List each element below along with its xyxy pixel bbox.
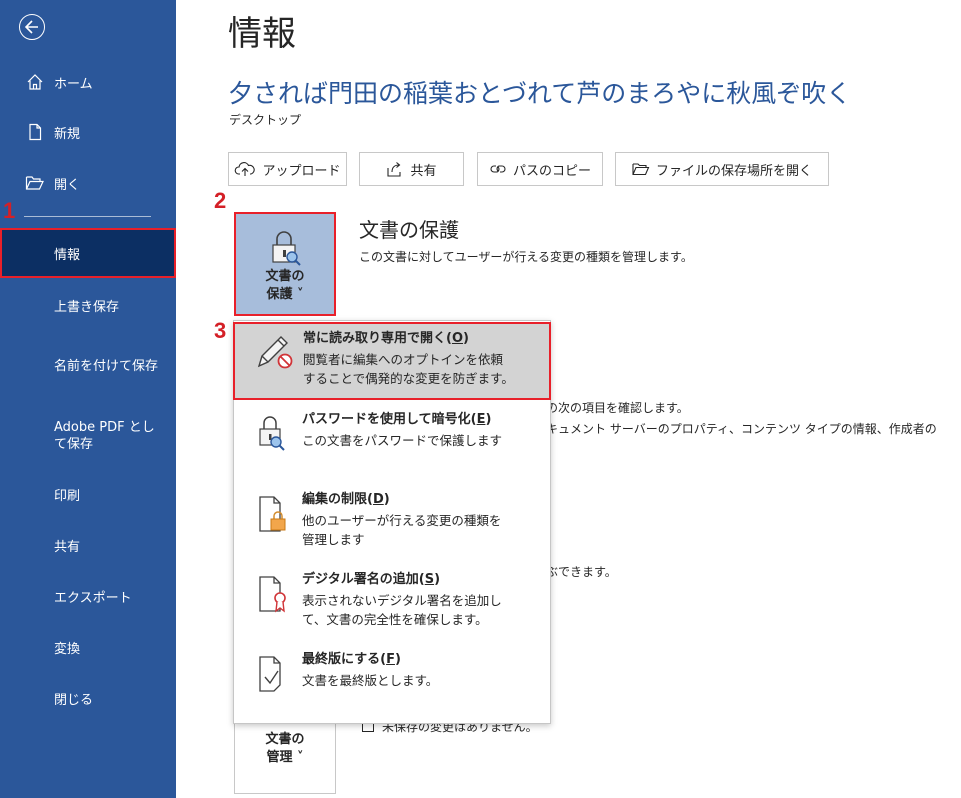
menu-item-description: 他のユーザーが行える変更の種類を 管理します: [302, 513, 502, 547]
link-icon: [490, 165, 506, 173]
open-file-location-label: ファイルの保存場所を開く: [655, 163, 812, 179]
sidebar-item-new[interactable]: 新規: [0, 107, 176, 157]
menu-item-title: パスワードを使用して暗号化(E): [302, 412, 492, 427]
copy-path-label: パスのコピー: [512, 163, 591, 179]
sidebar-item-label: 名前を付けて保存: [54, 358, 159, 374]
sidebar-item-export[interactable]: エクスポート: [0, 571, 176, 621]
open-file-location-button[interactable]: ファイルの保存場所を開く: [615, 152, 829, 186]
menu-item-encrypt-with-password[interactable]: パスワードを使用して暗号化(E) この文書をパスワードで保護します: [234, 407, 550, 479]
sidebar-item-print[interactable]: 印刷: [0, 469, 176, 519]
menu-item-title: 常に読み取り専用で開く(O): [303, 331, 469, 346]
folder-icon: [632, 163, 650, 176]
page-title: 情報: [228, 14, 296, 54]
new-document-icon: [24, 121, 46, 143]
sidebar-item-close[interactable]: 閉じる: [0, 673, 176, 723]
doc-ribbon-icon: [254, 571, 298, 617]
back-arrow-icon: [24, 20, 38, 34]
sidebar-item-label: 上書き保存: [54, 299, 120, 315]
protect-button-label-line2: 保護 ˅: [266, 287, 304, 302]
menu-item-always-open-read-only[interactable]: 常に読み取り専用で開く(O) 閲覧者に編集へのオプトインを依頼 することで偶発的…: [233, 322, 551, 400]
sidebar-item-label: 閉じる: [54, 692, 94, 708]
sidebar-item-save-as[interactable]: 名前を付けて保存: [0, 339, 176, 393]
pencil-no-icon: [255, 328, 299, 374]
sidebar-item-label: 開く: [54, 177, 81, 193]
sidebar-item-save[interactable]: 上書き保存: [0, 280, 176, 330]
sidebar-item-save-as-pdf[interactable]: Adobe PDF として保存: [0, 409, 176, 463]
copy-path-button[interactable]: パスのコピー: [477, 152, 603, 186]
protect-document-button[interactable]: 文書の 保護 ˅: [234, 212, 336, 316]
doc-lock-icon: [254, 491, 298, 537]
inspect-text-line1: の次の項目を確認します。: [546, 401, 689, 415]
step-number-2: 2: [214, 188, 227, 213]
doc-check-icon: [254, 651, 298, 697]
step-number-3: 3: [214, 318, 227, 343]
share-button[interactable]: 共有: [359, 152, 464, 186]
sidebar-item-transform[interactable]: 変換: [0, 622, 176, 672]
sidebar-item-share[interactable]: 共有: [0, 520, 176, 570]
sidebar-item-label: ホーム: [54, 76, 93, 92]
manage-button-label-line2: 管理 ˅: [266, 750, 304, 765]
menu-item-mark-as-final[interactable]: 最終版にする(F) 文書を最終版とします。: [234, 647, 550, 717]
folder-open-icon: [24, 172, 46, 194]
cloud-upload-icon: [235, 162, 256, 176]
document-title: 夕されば門田の稲葉おとづれて芦のまろやに秋風ぞ吹く: [228, 79, 852, 108]
protect-section-title: 文書の保護: [359, 218, 459, 242]
home-icon: [24, 71, 46, 93]
versions-text: ぶできます。: [546, 565, 617, 579]
inspect-text-line2: キュメント サーバーのプロパティ、コンテンツ タイプの情報、作成者の: [546, 422, 937, 436]
menu-item-title: 最終版にする(F): [302, 652, 401, 667]
menu-item-description: 閲覧者に編集へのオプトインを依頼 することで偶発的な変更を防ぎます。: [303, 352, 514, 386]
menu-item-restrict-editing[interactable]: 編集の制限(D) 他のユーザーが行える変更の種類を 管理します: [234, 487, 550, 559]
protect-button-label-line1: 文書の: [265, 269, 305, 284]
sidebar-item-open[interactable]: 開く: [0, 158, 176, 208]
lock-key-icon: [254, 411, 298, 457]
sidebar-item-label: 印刷: [54, 488, 81, 504]
share-icon: [387, 162, 402, 177]
menu-item-title: デジタル署名の追加(S): [302, 572, 441, 587]
step-number-1: 1: [3, 198, 16, 223]
menu-item-description: この文書をパスワードで保護します: [302, 433, 503, 448]
sidebar-item-label: 情報: [54, 247, 81, 263]
sidebar-item-label: Adobe PDF として保存: [54, 420, 155, 452]
sidebar-item-home[interactable]: ホーム: [0, 57, 176, 107]
back-button[interactable]: [19, 14, 45, 40]
menu-item-title: 編集の制限(D): [302, 492, 390, 507]
menu-item-add-digital-signature[interactable]: デジタル署名の追加(S) 表示されないデジタル署名を追加し て、文書の完全性を確…: [234, 567, 550, 639]
sidebar-item-label: 新規: [54, 126, 81, 142]
protect-document-dropdown: 常に読み取り専用で開く(O) 閲覧者に編集へのオプトインを依頼 することで偶発的…: [233, 320, 551, 724]
sidebar-item-label: 共有: [54, 539, 81, 555]
menu-item-description: 表示されないデジタル署名を追加し て、文書の完全性を確保します。: [302, 593, 502, 627]
manage-button-label-line1: 文書の: [265, 732, 305, 747]
protect-section-description: この文書に対してユーザーが行える変更の種類を管理します。: [359, 250, 693, 264]
sidebar-item-label: 変換: [54, 641, 81, 657]
lock-key-icon: [272, 231, 301, 266]
menu-item-description: 文書を最終版とします。: [302, 673, 439, 688]
upload-label: アップロード: [262, 163, 341, 179]
sidebar-item-label: エクスポート: [54, 590, 132, 606]
backstage-sidebar: ホーム 新規 開く 情報 上書き保存 名前を付けて保存 Adobe PDF とし…: [0, 0, 176, 798]
document-location: デスクトップ: [229, 113, 302, 127]
share-label: 共有: [410, 163, 437, 179]
upload-button[interactable]: アップロード: [228, 152, 347, 186]
sidebar-divider: [24, 216, 151, 217]
sidebar-item-info[interactable]: 情報: [0, 228, 176, 278]
